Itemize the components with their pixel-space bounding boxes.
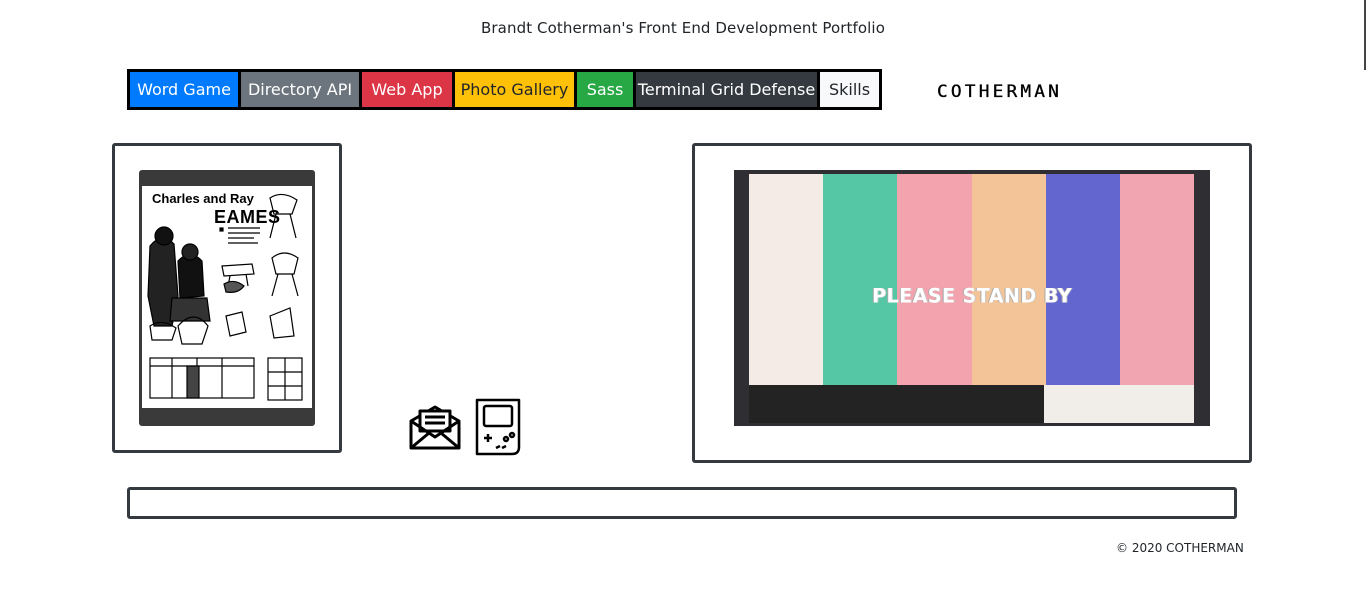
page-title: Brandt Cotherman's Front End Development… [481, 19, 885, 37]
nav-directory-api-button[interactable]: Directory API [241, 72, 359, 107]
color-bars [749, 174, 1195, 385]
color-bar [897, 174, 972, 385]
color-bar [749, 174, 824, 385]
nav-skills-button[interactable]: Skills [820, 72, 879, 107]
lower-bars [749, 385, 1194, 423]
standby-text: PLEASE STAND BY [872, 284, 1072, 308]
cotherman-logo[interactable]: COTHERMAN [937, 82, 1130, 102]
project-nav: Word Game Directory API Web App Photo Ga… [127, 69, 882, 110]
standby-screen[interactable]: PLEASE STAND BY [734, 170, 1210, 426]
poster-illustration [147, 193, 303, 401]
nav-terminal-grid-defense-button[interactable]: Terminal Grid Defense [636, 72, 817, 107]
color-bar [1045, 174, 1120, 385]
nav-sass-button[interactable]: Sass [577, 72, 633, 107]
nav-word-game-button[interactable]: Word Game [130, 72, 238, 107]
color-bar [823, 174, 898, 385]
eames-poster: Charles and Ray EAMES [142, 186, 312, 408]
envelope-icon[interactable] [408, 403, 462, 451]
nav-photo-gallery-button[interactable]: Photo Gallery [455, 72, 574, 107]
dark-block [749, 385, 1044, 423]
color-bar [971, 174, 1046, 385]
tablet-preview[interactable]: Charles and Ray EAMES [139, 170, 315, 426]
portfolio-page: Brandt Cotherman's Front End Development… [0, 0, 1366, 610]
gameboy-icon[interactable] [474, 397, 522, 457]
color-bar [1119, 174, 1195, 385]
light-block [1044, 385, 1194, 423]
content-strip [127, 487, 1237, 519]
nav-web-app-button[interactable]: Web App [362, 72, 452, 107]
footer-copyright: © 2020 COTHERMAN [1116, 541, 1244, 555]
